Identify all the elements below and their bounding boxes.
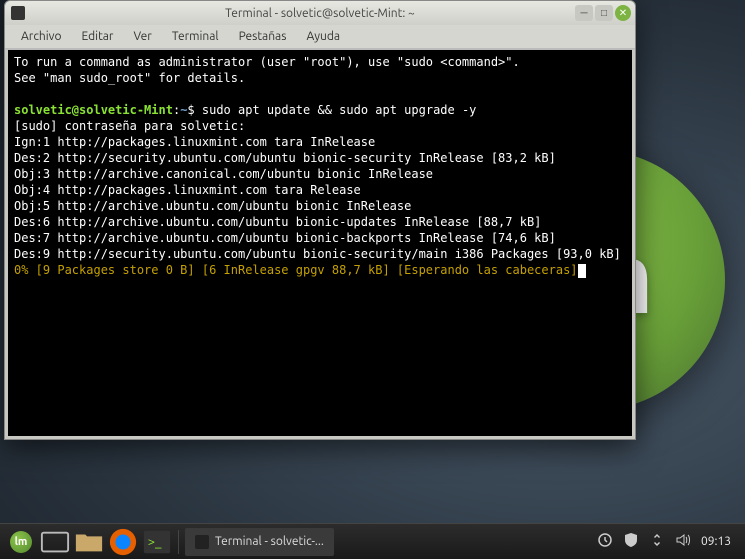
apt-line: Obj:3 http://archive.canonical.com/ubunt… xyxy=(14,167,433,181)
menu-pestanas[interactable]: Pestañas xyxy=(231,28,295,45)
taskbar-task-terminal[interactable]: Terminal - solvetic-... xyxy=(185,528,334,556)
minimize-button[interactable]: ─ xyxy=(575,5,593,21)
taskbar: lm >_ Terminal - solvetic-... 09:13 xyxy=(0,523,745,559)
clock[interactable]: 09:13 xyxy=(701,535,731,548)
sudo-prompt: [sudo] contraseña para solvetic: xyxy=(14,119,245,133)
terminal-intro-line: See "man sudo_root" for details. xyxy=(14,71,245,85)
apt-line: Obj:4 http://packages.linuxmint.com tara… xyxy=(14,183,361,197)
show-desktop-button[interactable] xyxy=(40,528,70,556)
apt-progress: 0% [9 Packages store 0 B] [6 InRelease g… xyxy=(14,263,578,277)
menu-ayuda[interactable]: Ayuda xyxy=(298,28,348,45)
apt-line: Des:7 http://archive.ubuntu.com/ubuntu b… xyxy=(14,231,556,245)
volume-icon[interactable] xyxy=(675,532,691,551)
terminal-content[interactable]: To run a command as administrator (user … xyxy=(5,49,635,439)
apt-line: Obj:5 http://archive.ubuntu.com/ubuntu b… xyxy=(14,199,411,213)
system-tray: 09:13 xyxy=(597,532,739,551)
window-controls: ─ □ ✕ xyxy=(575,5,631,21)
terminal-icon xyxy=(195,535,209,549)
start-menu-button[interactable]: lm xyxy=(6,528,36,556)
files-launcher[interactable] xyxy=(74,528,104,556)
window-titlebar[interactable]: Terminal - solvetic@solvetic-Mint: ~ ─ □… xyxy=(5,1,635,25)
svg-text:>_: >_ xyxy=(148,534,162,548)
close-button[interactable]: ✕ xyxy=(615,5,631,21)
menu-terminal[interactable]: Terminal xyxy=(164,28,227,45)
terminal-window: Terminal - solvetic@solvetic-Mint: ~ ─ □… xyxy=(4,0,636,440)
terminal-launcher[interactable]: >_ xyxy=(142,528,172,556)
terminal-cursor xyxy=(578,264,586,278)
taskbar-separator xyxy=(178,530,179,554)
apt-line: Des:6 http://archive.ubuntu.com/ubuntu b… xyxy=(14,215,541,229)
menu-editar[interactable]: Editar xyxy=(74,28,122,45)
maximize-button[interactable]: □ xyxy=(595,5,613,21)
terminal-intro-line: To run a command as administrator (user … xyxy=(14,55,520,69)
window-title: Terminal - solvetic@solvetic-Mint: ~ xyxy=(225,7,415,20)
apt-line: Des:2 http://security.ubuntu.com/ubuntu … xyxy=(14,151,556,165)
menu-ver[interactable]: Ver xyxy=(125,28,159,45)
apt-line: Ign:1 http://packages.linuxmint.com tara… xyxy=(14,135,375,149)
network-icon[interactable] xyxy=(649,532,665,551)
terminal-command: sudo apt update && sudo apt upgrade -y xyxy=(202,103,477,117)
terminal-icon xyxy=(11,6,25,20)
menu-archivo[interactable]: Archivo xyxy=(13,28,70,45)
task-label: Terminal - solvetic-... xyxy=(215,535,324,548)
apt-line: Des:9 http://security.ubuntu.com/ubuntu … xyxy=(14,247,621,261)
shield-icon[interactable] xyxy=(623,532,639,551)
mint-menu-icon: lm xyxy=(10,531,32,553)
updates-icon[interactable] xyxy=(597,532,613,551)
prompt-user: solvetic@solvetic-Mint xyxy=(14,103,173,117)
menubar: Archivo Editar Ver Terminal Pestañas Ayu… xyxy=(5,25,635,49)
firefox-launcher[interactable] xyxy=(108,528,138,556)
